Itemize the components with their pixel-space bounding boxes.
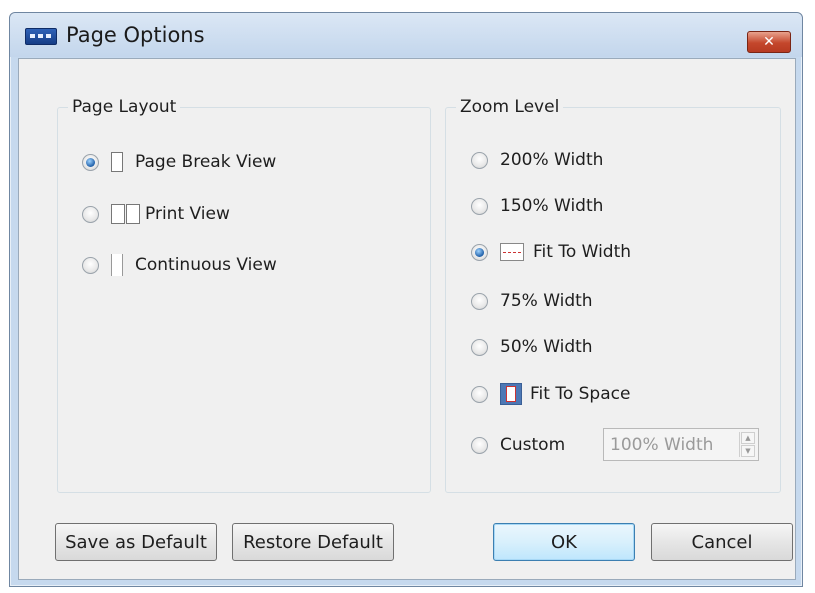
fit-to-space-label: Fit To Space bbox=[530, 384, 631, 404]
cancel-button[interactable]: Cancel bbox=[651, 523, 793, 561]
continuous-view-label: Continuous View bbox=[135, 255, 277, 275]
zoom-150-label: 150% Width bbox=[500, 196, 604, 216]
custom-zoom-label: Custom bbox=[500, 435, 566, 455]
spinner-up-arrow-icon[interactable]: ▲ bbox=[741, 432, 755, 444]
fit-to-width-icon bbox=[500, 243, 524, 261]
zoom-200-label: 200% Width bbox=[500, 150, 604, 170]
title-bar[interactable]: Page Options ✕ bbox=[10, 13, 802, 57]
ok-button[interactable]: OK bbox=[493, 523, 635, 561]
print-view-option[interactable]: Print View bbox=[82, 199, 230, 229]
page-break-icon bbox=[111, 152, 123, 172]
page-break-view-label: Page Break View bbox=[135, 152, 277, 172]
fit-to-width-radio[interactable] bbox=[471, 243, 488, 261]
fit-to-width-label: Fit To Width bbox=[533, 242, 632, 262]
zoom-75-label: 75% Width bbox=[500, 291, 593, 311]
zoom-200-radio[interactable] bbox=[471, 151, 488, 169]
zoom-level-legend: Zoom Level bbox=[460, 97, 560, 117]
custom-zoom-input[interactable] bbox=[604, 429, 738, 460]
restore-default-button[interactable]: Restore Default bbox=[232, 523, 394, 561]
continuous-view-icon bbox=[111, 254, 123, 276]
spinner-buttons: ▲ ▼ bbox=[739, 432, 756, 457]
spinner-down-arrow-icon[interactable]: ▼ bbox=[741, 445, 755, 457]
print-view-label: Print View bbox=[145, 204, 230, 224]
dialog-body: Page Layout Page Break View Print View C… bbox=[18, 58, 796, 580]
zoom-50-radio[interactable] bbox=[471, 338, 488, 356]
zoom-75-radio[interactable] bbox=[471, 292, 488, 310]
zoom-50-label: 50% Width bbox=[500, 337, 593, 357]
page-break-view-radio[interactable] bbox=[82, 153, 99, 171]
fit-to-space-icon bbox=[500, 383, 522, 405]
fit-to-space-radio[interactable] bbox=[471, 385, 488, 403]
continuous-view-option[interactable]: Continuous View bbox=[82, 250, 277, 280]
app-icon bbox=[25, 28, 57, 45]
custom-zoom-spinner[interactable]: ▲ ▼ bbox=[603, 428, 759, 461]
zoom-75-option[interactable]: 75% Width bbox=[471, 286, 593, 316]
custom-zoom-radio[interactable] bbox=[471, 436, 488, 454]
custom-zoom-option[interactable]: Custom bbox=[471, 430, 565, 460]
page-options-dialog: Page Options ✕ Page Layout Page Break Vi… bbox=[9, 12, 803, 587]
dialog-title: Page Options bbox=[66, 23, 205, 47]
save-as-default-button[interactable]: Save as Default bbox=[55, 523, 217, 561]
page-break-view-option[interactable]: Page Break View bbox=[82, 147, 276, 177]
zoom-50-option[interactable]: 50% Width bbox=[471, 332, 593, 362]
zoom-150-option[interactable]: 150% Width bbox=[471, 191, 603, 221]
zoom-150-radio[interactable] bbox=[471, 197, 488, 215]
continuous-view-radio[interactable] bbox=[82, 256, 99, 274]
zoom-200-option[interactable]: 200% Width bbox=[471, 145, 603, 175]
page-layout-legend: Page Layout bbox=[72, 97, 177, 117]
close-button[interactable]: ✕ bbox=[747, 31, 791, 53]
fit-to-width-option[interactable]: Fit To Width bbox=[471, 237, 631, 267]
print-view-radio[interactable] bbox=[82, 205, 99, 223]
print-view-icon bbox=[111, 204, 141, 224]
fit-to-space-option[interactable]: Fit To Space bbox=[471, 379, 630, 409]
